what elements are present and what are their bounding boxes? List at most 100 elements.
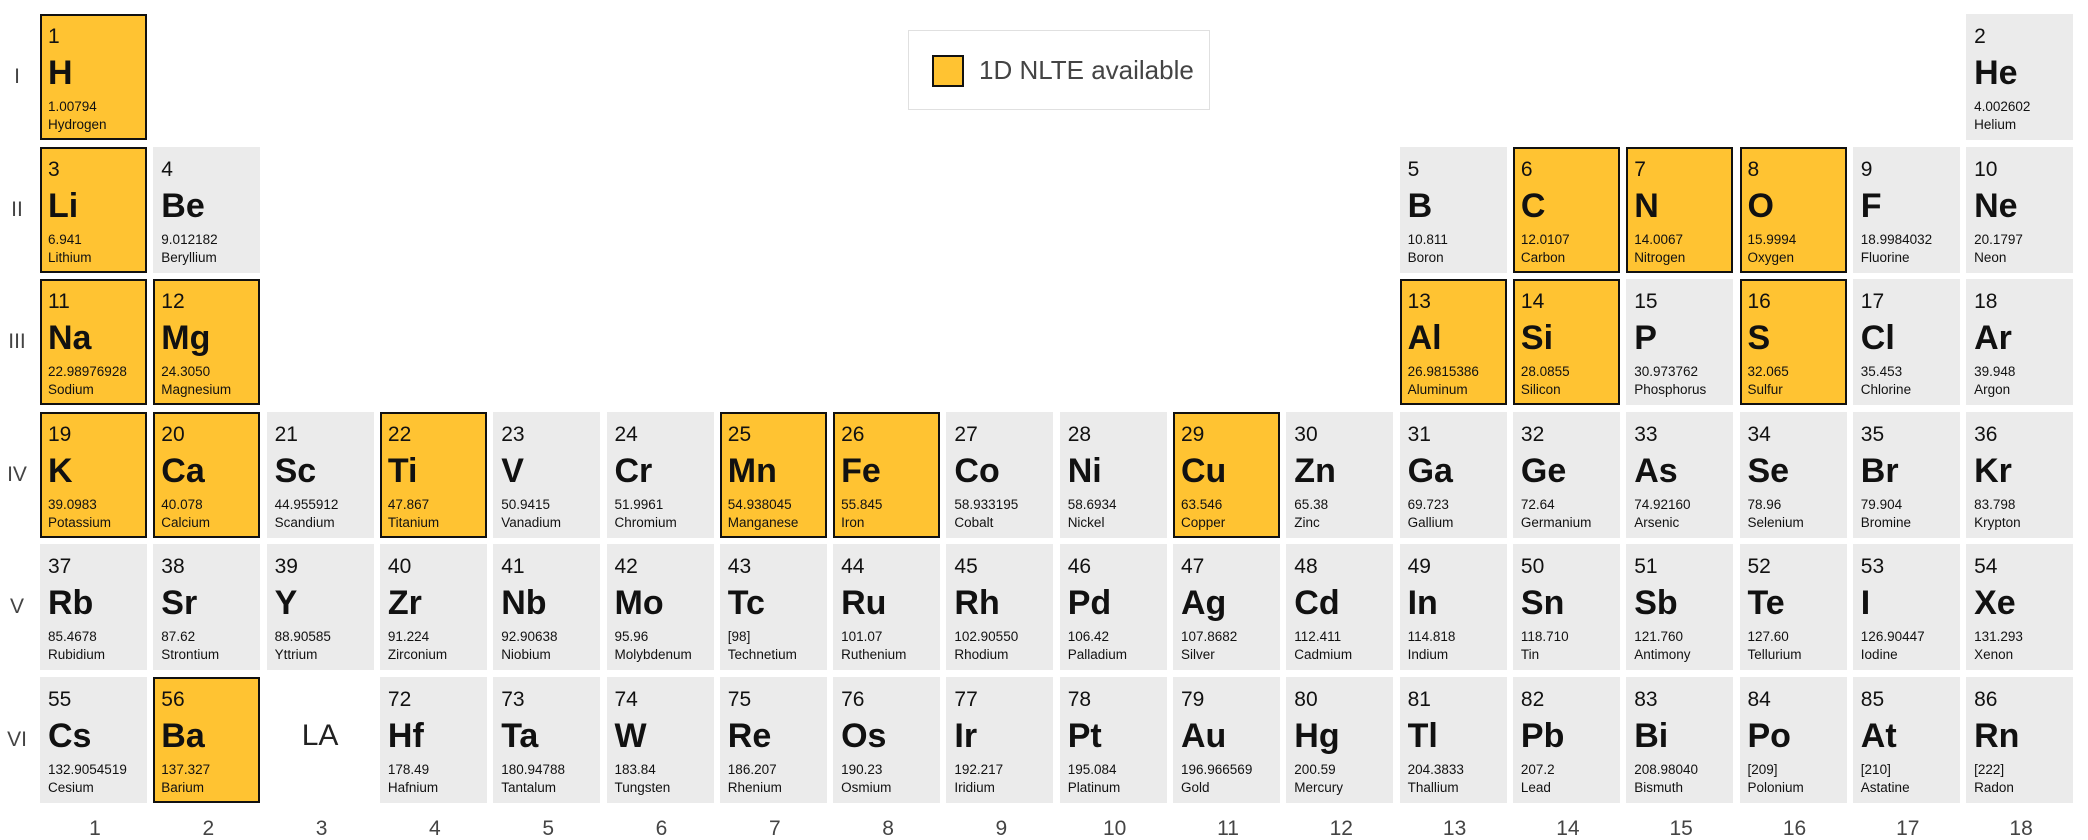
element-symbol: Zn	[1294, 451, 1336, 490]
atomic-number: 39	[274, 555, 298, 579]
group-label: 16	[1782, 817, 1807, 840]
element-cell-rh: 45 Rh 102.90550 Rhodium	[946, 544, 1054, 671]
atomic-number: 77	[954, 688, 978, 711]
element-cell-n: 7 N 14.0067 Nitrogen	[1626, 146, 1734, 273]
element-symbol: Cd	[1294, 584, 1340, 623]
element-cell-ar: 18 Ar 39.948 Argon	[1966, 279, 2074, 406]
element-name: Calcium	[161, 514, 211, 530]
element-name: Ruthenium	[841, 647, 907, 663]
element-symbol: Ca	[161, 451, 205, 490]
element-name: Gallium	[1407, 514, 1454, 530]
element-name: Rhenium	[727, 780, 782, 795]
atomic-number: 9	[1860, 157, 1873, 181]
element-name: Bismuth	[1634, 780, 1683, 795]
atomic-mass: 114.818	[1407, 629, 1456, 645]
element-cell-c: 6 C 12.0107 Carbon	[1512, 146, 1620, 273]
element-name: Nickel	[1067, 514, 1105, 530]
element-name: Beryllium	[161, 249, 217, 265]
element-name: Osmium	[841, 780, 892, 795]
element-name: Oxygen	[1747, 249, 1795, 265]
element-name: Vanadium	[501, 514, 561, 530]
element-symbol: Ta	[501, 717, 539, 755]
atomic-mass: 39.948	[1974, 364, 2016, 380]
element-name: Yttrium	[274, 647, 318, 663]
element-cell-be: 4 Be 9.012182 Beryllium	[153, 146, 261, 273]
element-symbol: Fe	[841, 451, 881, 490]
atomic-number: 47	[1181, 555, 1205, 579]
element-cell-ca: 20 Ca 40.078 Calcium	[153, 411, 261, 538]
group-label: 8	[882, 817, 894, 840]
element-symbol: At	[1860, 717, 1897, 755]
element-symbol: Bi	[1634, 717, 1669, 755]
element-symbol: Zr	[387, 584, 422, 623]
element-name: Technetium	[727, 647, 797, 663]
atomic-number: 50	[1520, 555, 1545, 579]
atomic-number: 22	[387, 422, 412, 446]
periodic-table: 1 H 1.00794 Hydrogen 2 He 4.002602 Helium 3 Li 6.9…	[0, 0, 2088, 840]
group-label: 4	[429, 817, 441, 840]
atomic-number: 23	[501, 422, 525, 446]
atomic-mass: 121.760	[1634, 629, 1683, 645]
atomic-mass: 65.38	[1294, 496, 1329, 512]
element-symbol: F	[1860, 186, 1882, 225]
atomic-mass: 40.078	[161, 496, 203, 512]
element-symbol: H	[48, 54, 73, 92]
element-cell-at: 85 At [210] Astatine	[1852, 677, 1960, 803]
atomic-mass: 78.96	[1747, 496, 1782, 512]
atomic-number: 26	[841, 422, 865, 446]
atomic-number: 8	[1747, 157, 1760, 181]
element-name: Potassium	[48, 514, 112, 530]
atomic-number: 2	[1974, 25, 1986, 48]
atomic-number: 4	[161, 157, 173, 181]
element-cell-al: 13 Al 26.9815386 Aluminum	[1399, 279, 1507, 406]
atomic-mass: 112.411	[1294, 629, 1342, 645]
element-symbol: Pd	[1067, 584, 1112, 623]
element-symbol: O	[1747, 186, 1774, 225]
element-name: Bromine	[1860, 514, 1912, 530]
atomic-number: 27	[954, 422, 978, 446]
element-cell-hg: 80 Hg 200.59 Mercury	[1286, 677, 1394, 803]
element-name: Lithium	[48, 249, 92, 265]
element-cell-sn: 50 Sn 118.710 Tin	[1512, 544, 1620, 671]
element-symbol: Cr	[614, 451, 653, 490]
element-symbol: Mo	[614, 584, 664, 623]
element-cell-po: 84 Po [209] Polonium	[1739, 677, 1847, 803]
element-name: Fluorine	[1860, 249, 1910, 265]
element-name: Scandium	[274, 514, 335, 530]
element-symbol: N	[1634, 186, 1659, 225]
atomic-number: 53	[1860, 555, 1885, 579]
atomic-mass: 30.973762	[1634, 364, 1699, 380]
element-symbol: Ag	[1181, 584, 1227, 623]
element-cell-y: 39 Y 88.90585 Yttrium	[266, 544, 374, 671]
atomic-mass: 208.98040	[1634, 762, 1699, 777]
element-name: Nitrogen	[1634, 249, 1686, 265]
atomic-number: 13	[1407, 290, 1431, 314]
atomic-mass: 39.0983	[48, 496, 97, 512]
element-cell-w: 74 W 183.84 Tungsten	[606, 677, 714, 803]
element-symbol: Br	[1860, 451, 1899, 490]
atomic-mass: 54.938045	[727, 496, 792, 512]
element-name: Hydrogen	[48, 117, 107, 132]
element-cell-b: 5 B 10.811 Boron	[1399, 146, 1507, 273]
atomic-mass: 12.0107	[1520, 231, 1570, 247]
atomic-mass: 92.90638	[501, 629, 558, 645]
element-name: Niobium	[501, 647, 551, 663]
element-symbol: Re	[727, 717, 772, 755]
atomic-number: 49	[1407, 555, 1431, 579]
atomic-number: 80	[1294, 688, 1318, 711]
period-label: VI	[7, 728, 27, 751]
atomic-number: 48	[1294, 555, 1318, 579]
element-symbol: Xe	[1974, 584, 2016, 623]
atomic-mass: 35.453	[1860, 364, 1903, 380]
element-cell-kr: 36 Kr 83.798 Krypton	[1966, 411, 2074, 538]
element-symbol: He	[1974, 54, 2018, 92]
group-label: 13	[1442, 817, 1467, 840]
element-cell-tl: 81 Tl 204.3833 Thallium	[1399, 677, 1507, 803]
atomic-mass: 200.59	[1294, 762, 1336, 777]
atomic-mass: [210]	[1860, 762, 1891, 777]
atomic-mass: 195.084	[1067, 762, 1117, 777]
element-cell-ga: 31 Ga 69.723 Gallium	[1399, 411, 1507, 538]
element-name: Boron	[1407, 249, 1444, 265]
atomic-mass: 32.065	[1747, 364, 1789, 380]
element-cell-li: 3 Li 6.941 Lithium	[40, 146, 147, 273]
